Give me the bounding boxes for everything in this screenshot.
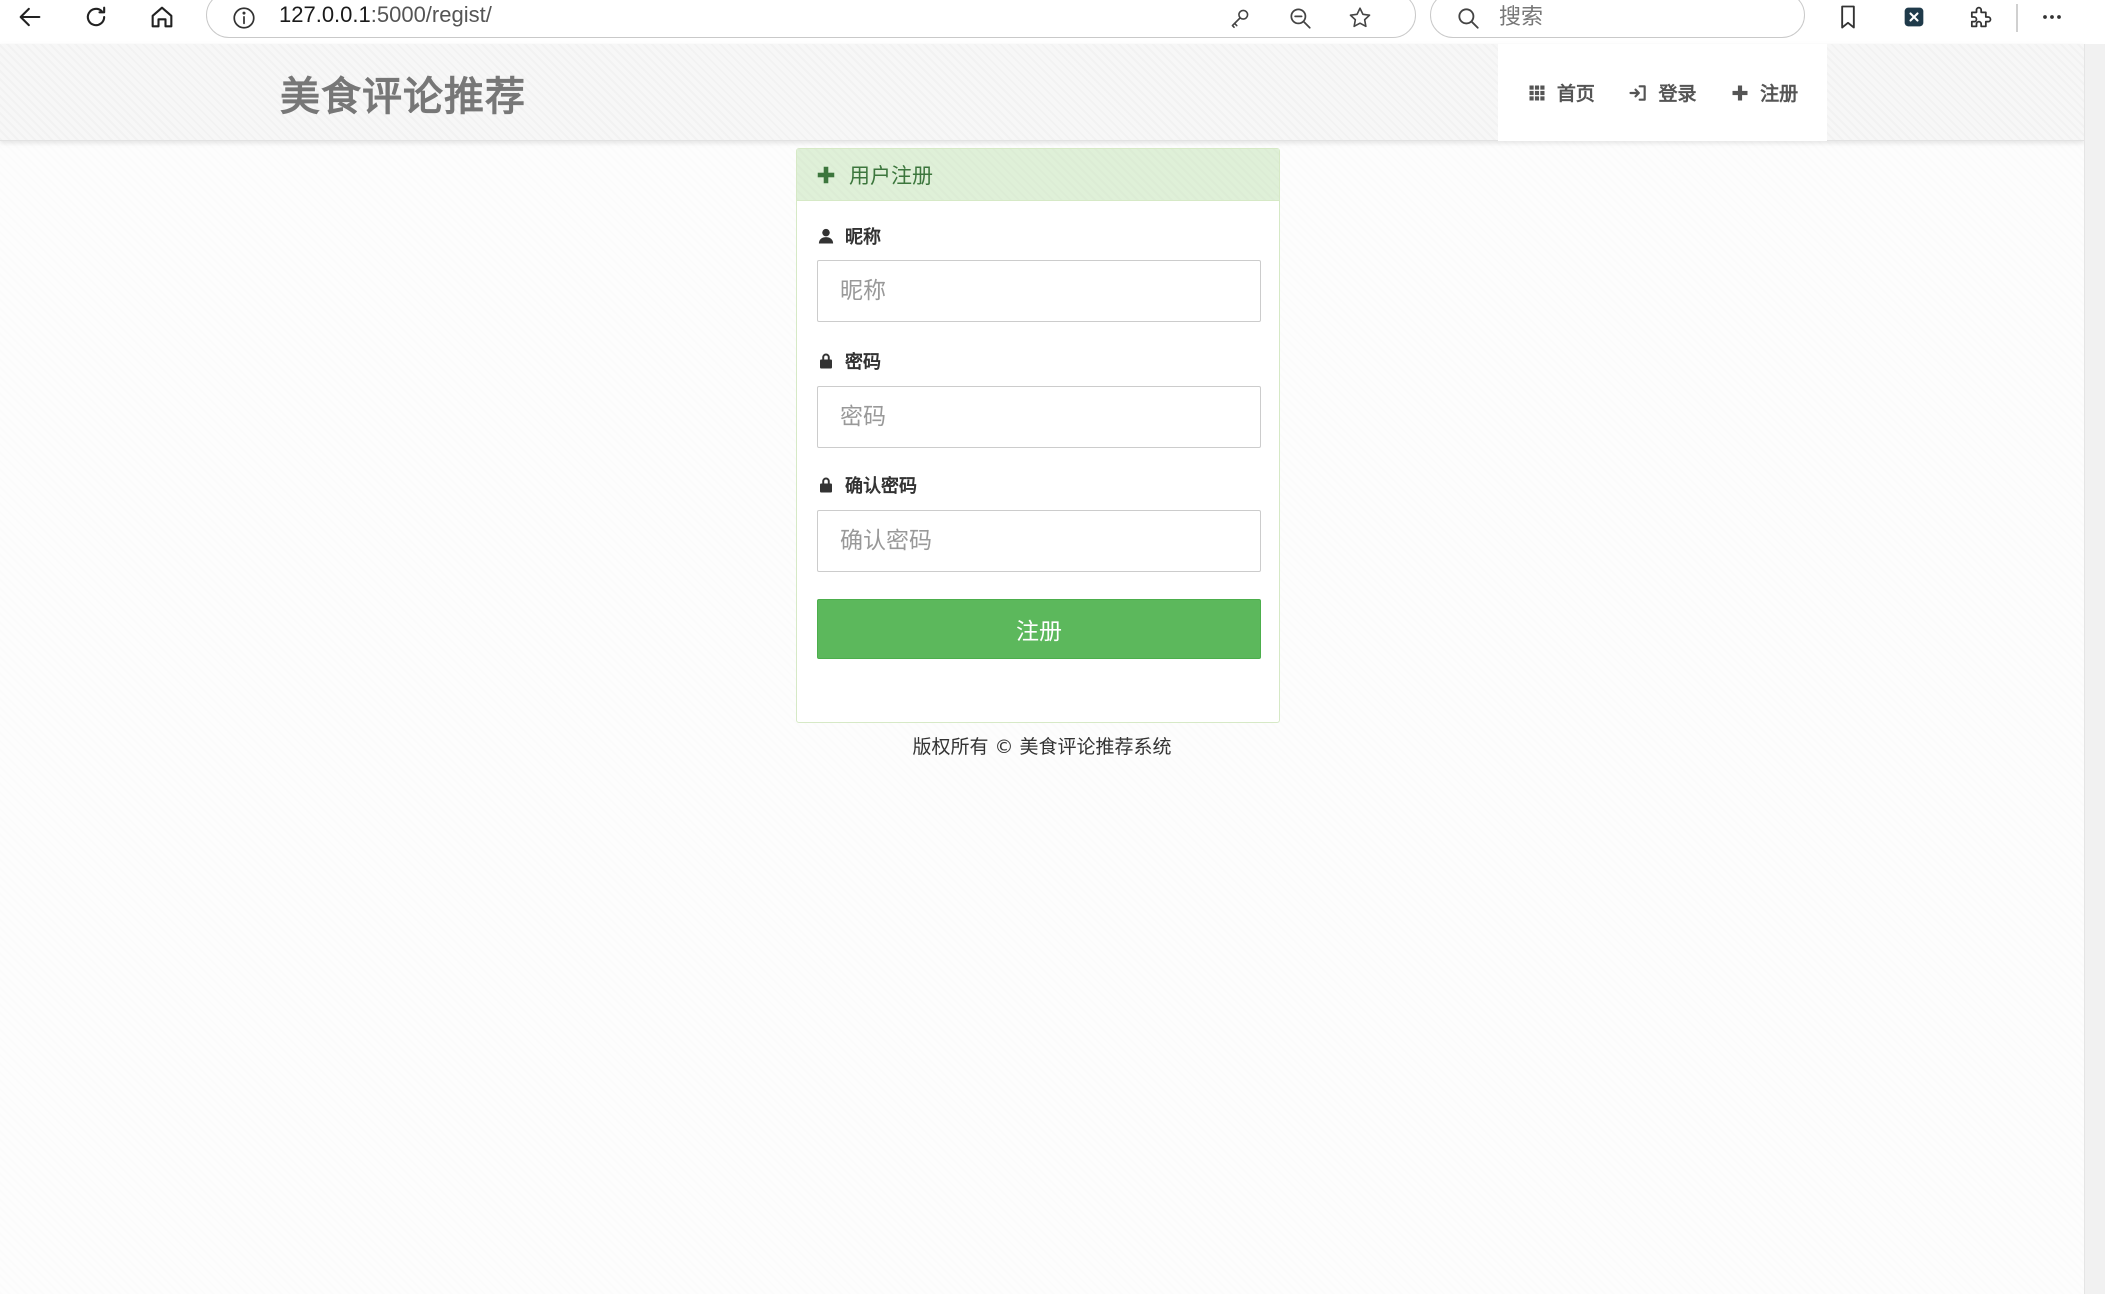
more-dots-icon bbox=[2043, 15, 2061, 19]
star-icon bbox=[1349, 7, 1371, 28]
nav-register-label: 注册 bbox=[1760, 83, 1799, 105]
register-panel-title: 用户注册 bbox=[849, 163, 933, 188]
puzzle-icon bbox=[1970, 6, 1992, 28]
site-navbar: 美食评论推荐 首页 登录 注册 bbox=[0, 44, 2084, 141]
zoom-out-icon bbox=[1290, 8, 1311, 29]
nickname-input[interactable] bbox=[817, 260, 1261, 322]
plus-icon bbox=[1732, 85, 1748, 100]
plus-icon bbox=[817, 166, 835, 183]
nav-home-label: 首页 bbox=[1556, 83, 1595, 105]
more-menu-button[interactable] bbox=[2030, 0, 2074, 34]
toolbar-divider bbox=[2016, 4, 2018, 32]
lock-icon bbox=[820, 477, 832, 493]
password-label: 密码 bbox=[817, 348, 881, 374]
page-viewport: 美食评论推荐 首页 登录 注册 用户注册 昵称 昵称 密码 确认密码 注册 版权… bbox=[0, 44, 2084, 1294]
key-icon bbox=[1231, 9, 1249, 29]
extensions-button[interactable] bbox=[1958, 0, 2002, 34]
collections-button[interactable] bbox=[1826, 0, 1870, 34]
reload-icon bbox=[86, 6, 106, 27]
nickname-label-text: 昵称 bbox=[845, 227, 881, 248]
site-brand[interactable]: 美食评论推荐 bbox=[280, 64, 526, 122]
home-icon bbox=[151, 6, 173, 28]
favorite-button[interactable] bbox=[1343, 1, 1377, 35]
register-panel-heading: 用户注册 bbox=[797, 149, 1279, 201]
x-extension-icon bbox=[1904, 7, 1924, 27]
lock-icon bbox=[820, 353, 832, 369]
url-path: :5000/regist/ bbox=[370, 2, 492, 27]
zoom-button[interactable] bbox=[1283, 1, 1317, 35]
password-label-text: 密码 bbox=[845, 352, 881, 373]
home-button[interactable] bbox=[140, 0, 184, 34]
register-panel: 用户注册 昵称 密码 确认密码 注册 bbox=[796, 148, 1280, 723]
confirm-password-label-text: 确认密码 bbox=[845, 476, 917, 497]
url-text[interactable]: 127.0.0.1:5000/regist/ bbox=[279, 2, 492, 28]
password-input[interactable] bbox=[817, 386, 1261, 448]
nav-login-link[interactable]: 登录 bbox=[1628, 79, 1696, 106]
back-button[interactable] bbox=[8, 0, 52, 34]
nav-register-link[interactable]: 注册 bbox=[1730, 79, 1798, 106]
back-arrow-icon bbox=[19, 7, 41, 27]
page-scrollbar[interactable] bbox=[2084, 44, 2105, 1294]
confirm-password-label: 确认密码 bbox=[817, 472, 917, 498]
browser-search-box[interactable] bbox=[1430, 0, 1805, 38]
bookmark-icon bbox=[1841, 5, 1855, 29]
nav-home-link[interactable]: 首页 bbox=[1527, 79, 1595, 106]
confirm-password-input[interactable] bbox=[817, 510, 1261, 572]
page-footer: 版权所有 © 美食评论推荐系统 bbox=[912, 736, 1172, 758]
extension-x-button[interactable] bbox=[1892, 0, 1936, 34]
nav-login-label: 登录 bbox=[1658, 83, 1697, 105]
search-icon bbox=[1458, 8, 1479, 29]
grid-icon bbox=[1529, 85, 1545, 100]
address-bar[interactable]: 127.0.0.1:5000/regist/ bbox=[206, 0, 1416, 38]
url-host: 127.0.0.1 bbox=[279, 2, 371, 27]
nav-links: 首页 登录 注册 bbox=[1498, 44, 1827, 141]
browser-search-input[interactable] bbox=[1497, 3, 1777, 31]
register-submit-button[interactable]: 注册 bbox=[817, 599, 1261, 659]
browser-toolbar: 127.0.0.1:5000/regist/ bbox=[0, 0, 2105, 44]
nickname-label: 昵称 bbox=[817, 223, 881, 249]
user-icon bbox=[818, 228, 834, 244]
reload-button[interactable] bbox=[74, 0, 118, 34]
login-icon bbox=[1629, 84, 1647, 101]
info-icon[interactable] bbox=[231, 5, 257, 31]
password-key-button[interactable] bbox=[1223, 1, 1257, 35]
